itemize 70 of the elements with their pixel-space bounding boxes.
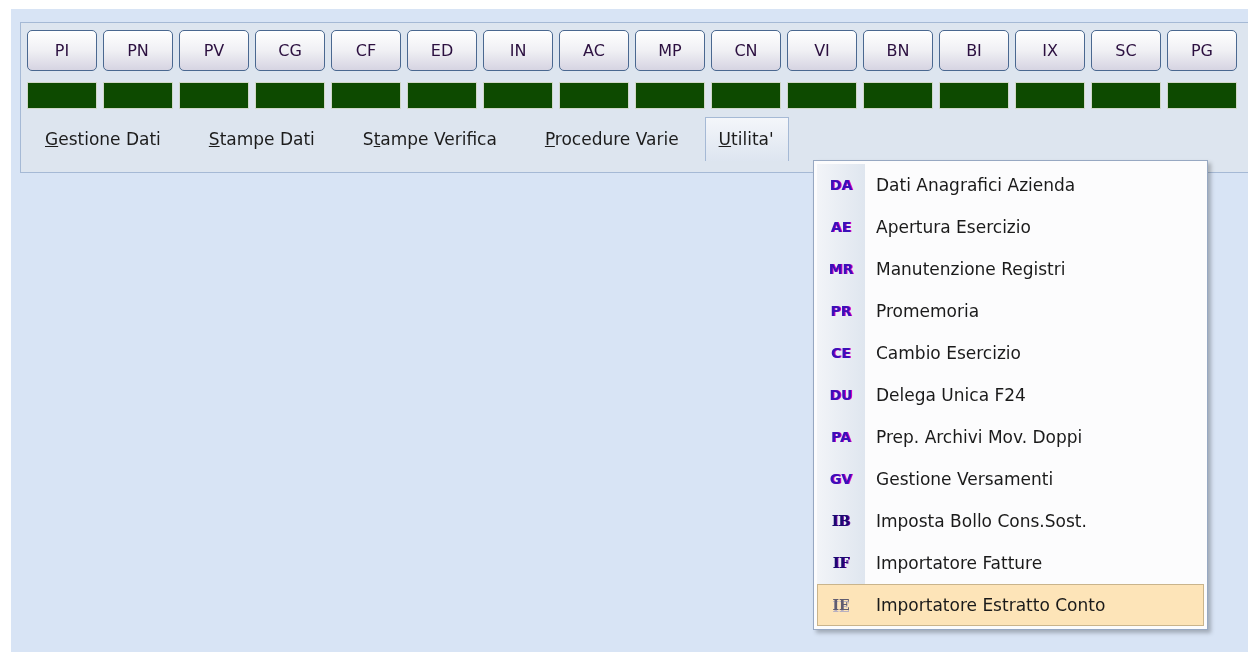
- toolbar-button[interactable]: IX: [1015, 30, 1085, 71]
- toolbar-button[interactable]: VI: [787, 30, 857, 71]
- status-bar: [27, 82, 97, 109]
- item-label: Imposta Bollo Cons.Sost.: [875, 511, 1087, 531]
- status-bar: [1167, 82, 1237, 109]
- toolbar-button[interactable]: PG: [1167, 30, 1237, 71]
- dropdown-item[interactable]: PA Prep. Archivi Mov. Doppi: [817, 416, 1204, 458]
- toolbar-button[interactable]: CN: [711, 30, 781, 71]
- item-label: Importatore Estratto Conto: [875, 595, 1106, 615]
- dropdown-item[interactable]: DA Dati Anagrafici Azienda: [817, 164, 1204, 206]
- toolbar-button[interactable]: CF: [331, 30, 401, 71]
- toolbar-button[interactable]: AC: [559, 30, 629, 71]
- status-bar: [103, 82, 173, 109]
- abbreviation-icon: DA: [818, 177, 864, 193]
- toolbar-button[interactable]: PN: [103, 30, 173, 71]
- status-bar: [483, 82, 553, 109]
- toolbar-button[interactable]: ED: [407, 30, 477, 71]
- toolbar-button[interactable]: CG: [255, 30, 325, 71]
- menu-item[interactable]: Stampe Dati: [194, 117, 325, 161]
- abbreviation-icon: IB: [818, 513, 864, 529]
- item-label: Prep. Archivi Mov. Doppi: [875, 427, 1083, 447]
- status-bar: [635, 82, 705, 109]
- abbreviation-icon: IF: [818, 555, 864, 571]
- menu-item[interactable]: Utilita': [704, 117, 789, 161]
- dropdown-item[interactable]: CE Cambio Esercizio: [817, 332, 1204, 374]
- abbreviation-icon: GV: [818, 471, 864, 487]
- status-bar: [179, 82, 249, 109]
- abbreviation-icon: DU: [818, 387, 864, 403]
- status-bar: [331, 82, 401, 109]
- abbreviation-icon: IE: [818, 597, 864, 613]
- dropdown-item[interactable]: AE Apertura Esercizio: [817, 206, 1204, 248]
- item-label: Promemoria: [875, 301, 980, 321]
- item-label: Gestione Versamenti: [875, 469, 1054, 489]
- dropdown-item[interactable]: IE Importatore Estratto Conto: [817, 584, 1204, 626]
- toolbar-button[interactable]: IN: [483, 30, 553, 71]
- item-label: Cambio Esercizio: [875, 343, 1021, 363]
- item-label: Delega Unica F24: [875, 385, 1026, 405]
- abbreviation-icon: PR: [818, 303, 864, 319]
- status-bar: [1091, 82, 1161, 109]
- status-bar: [255, 82, 325, 109]
- menu-item[interactable]: Gestione Dati: [31, 117, 171, 161]
- item-label: Dati Anagrafici Azienda: [875, 175, 1076, 195]
- abbreviation-icon: AE: [818, 219, 864, 235]
- menu-item[interactable]: Procedure Varie: [530, 117, 689, 161]
- dropdown-item[interactable]: IF Importatore Fatture: [817, 542, 1204, 584]
- status-bar: [939, 82, 1009, 109]
- status-bar: [863, 82, 933, 109]
- menu-item[interactable]: Stampe Verifica: [348, 117, 507, 161]
- toolbar-button[interactable]: BI: [939, 30, 1009, 71]
- toolbar-button[interactable]: BN: [863, 30, 933, 71]
- dropdown-item[interactable]: DU Delega Unica F24: [817, 374, 1204, 416]
- abbreviation-icon: MR: [818, 261, 864, 277]
- toolbar-button[interactable]: PV: [179, 30, 249, 71]
- abbreviation-icon: PA: [818, 429, 864, 445]
- status-bar: [1015, 82, 1085, 109]
- dropdown-item[interactable]: PR Promemoria: [817, 290, 1204, 332]
- status-bar: [559, 82, 629, 109]
- abbreviation-icon: CE: [818, 345, 864, 361]
- item-label: Importatore Fatture: [875, 553, 1043, 573]
- item-label: Apertura Esercizio: [875, 217, 1031, 237]
- dropdown-item[interactable]: IB Imposta Bollo Cons.Sost.: [817, 500, 1204, 542]
- dropdown-item[interactable]: MR Manutenzione Registri: [817, 248, 1204, 290]
- item-label: Manutenzione Registri: [875, 259, 1066, 279]
- status-bar: [711, 82, 781, 109]
- status-bar: [407, 82, 477, 109]
- status-bar: [787, 82, 857, 109]
- dropdown-item[interactable]: GV Gestione Versamenti: [817, 458, 1204, 500]
- toolbar-button[interactable]: PI: [27, 30, 97, 71]
- toolbar-button[interactable]: SC: [1091, 30, 1161, 71]
- toolbar-button[interactable]: MP: [635, 30, 705, 71]
